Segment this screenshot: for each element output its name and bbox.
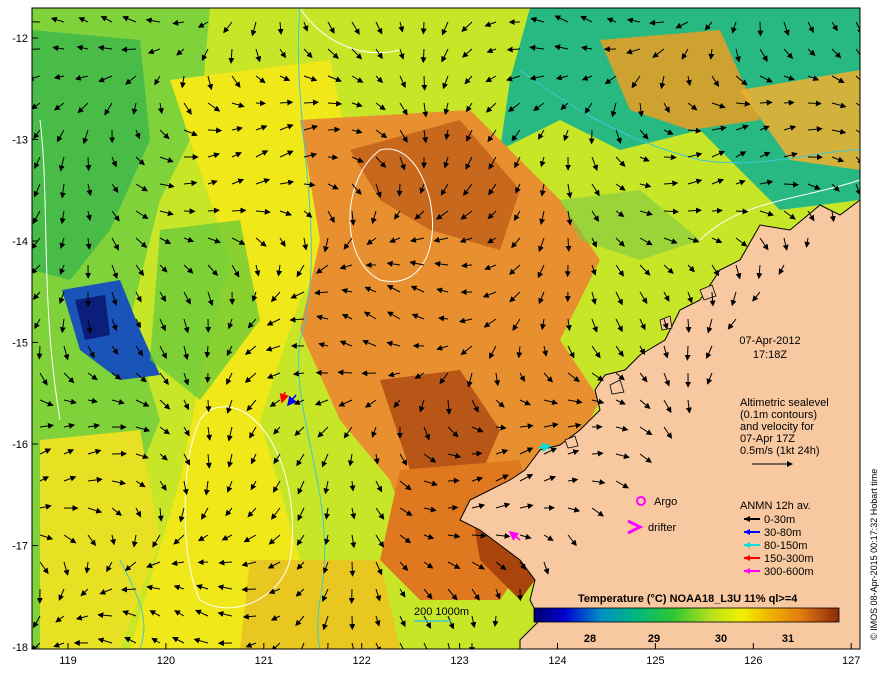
credit-text: © IMOS 08-Apr-2015 00:17:32 Hobart time xyxy=(869,469,879,640)
y-tick-label: -15 xyxy=(12,338,28,350)
bathy-label: 200 1000m xyxy=(414,606,469,618)
x-tick-label: 123 xyxy=(450,655,468,667)
x-tick-label: 122 xyxy=(353,655,371,667)
altimetry-note-line: 07-Apr 17Z xyxy=(740,433,795,445)
x-tick-label: 124 xyxy=(548,655,566,667)
colorbar-tick-label: 31 xyxy=(782,633,794,645)
drifter-label: drifter xyxy=(648,522,676,534)
anmn-legend-label: 30-80m xyxy=(764,527,801,539)
velocity-arrow xyxy=(255,100,266,107)
velocity-arrow xyxy=(684,345,691,361)
colorbar-tick-label: 30 xyxy=(715,633,727,645)
anmn-title: ANMN 12h av. xyxy=(740,500,811,512)
velocity-arrow xyxy=(207,127,223,134)
y-tick-label: -14 xyxy=(12,236,28,248)
altimetry-note-line: and velocity for xyxy=(740,421,814,433)
sst-map-figure: 119 120 121 122 123 124 125 126 127 -12 -13 -14 -15… xyxy=(12,7,879,667)
colorbar-tick-label: 28 xyxy=(584,633,596,645)
date-label: 07-Apr-2012 xyxy=(739,335,800,347)
velocity-arrow xyxy=(447,504,459,511)
velocity-arrow xyxy=(205,399,212,413)
x-tick-label: 127 xyxy=(842,655,860,667)
argo-label: Argo xyxy=(654,496,677,508)
velocity-arrow xyxy=(327,642,329,649)
velocity-arrow xyxy=(36,345,43,360)
colorbar-title: Temperature (°C) NOAA18_L3U 11% ql>=4 xyxy=(578,593,798,605)
y-tick-label: -12 xyxy=(12,33,28,45)
y-tick-label: -17 xyxy=(12,541,28,553)
velocity-arrow xyxy=(663,154,677,161)
velocity-arrow xyxy=(420,21,427,35)
x-tick-label: 126 xyxy=(744,655,762,667)
time-label: 17:18Z xyxy=(753,349,788,361)
velocity-arrow xyxy=(231,207,247,214)
y-tick-label: -13 xyxy=(12,135,28,147)
velocity-arrow xyxy=(32,21,41,23)
velocity-arrow xyxy=(420,48,427,64)
velocity-arrow xyxy=(241,586,257,593)
velocity-arrow xyxy=(396,183,403,197)
x-tick-label: 125 xyxy=(646,655,664,667)
altimetry-note-line: Altimetric sealevel xyxy=(740,397,829,409)
velocity-arrow xyxy=(121,46,137,53)
velocity-arrow xyxy=(735,208,749,215)
y-tick-label: -16 xyxy=(12,439,28,451)
altimetry-note-line: (0.1m contours) xyxy=(740,409,817,421)
velocity-arrow xyxy=(711,207,723,214)
velocity-arrow xyxy=(421,75,428,91)
velocity-arrow xyxy=(759,99,773,106)
x-tick-label: 121 xyxy=(255,655,273,667)
colorbar-bar xyxy=(533,607,840,623)
y-tick-label: -18 xyxy=(12,642,28,654)
anmn-legend-label: 150-300m xyxy=(764,553,814,565)
anmn-legend-label: 80-150m xyxy=(764,540,807,552)
velocity-arrow xyxy=(447,477,460,484)
velocity-arrow xyxy=(327,154,339,161)
velocity-arrow xyxy=(783,99,795,106)
anmn-legend-label: 0-30m xyxy=(764,514,795,526)
anmn-legend-label: 300-600m xyxy=(764,566,814,578)
x-tick-label: 120 xyxy=(157,655,175,667)
velocity-arrow xyxy=(197,559,209,566)
velocity-arrow xyxy=(807,100,822,107)
colorbar-tick-label: 29 xyxy=(648,633,660,645)
velocity-arrow xyxy=(204,372,211,384)
velocity-arrow xyxy=(327,126,341,133)
altimetry-note-line: 0.5m/s (1kt 24h) xyxy=(740,445,819,457)
velocity-arrow xyxy=(85,156,92,172)
velocity-arrow xyxy=(757,21,764,37)
x-tick-label: 119 xyxy=(59,655,77,667)
velocity-arrow xyxy=(349,561,356,577)
